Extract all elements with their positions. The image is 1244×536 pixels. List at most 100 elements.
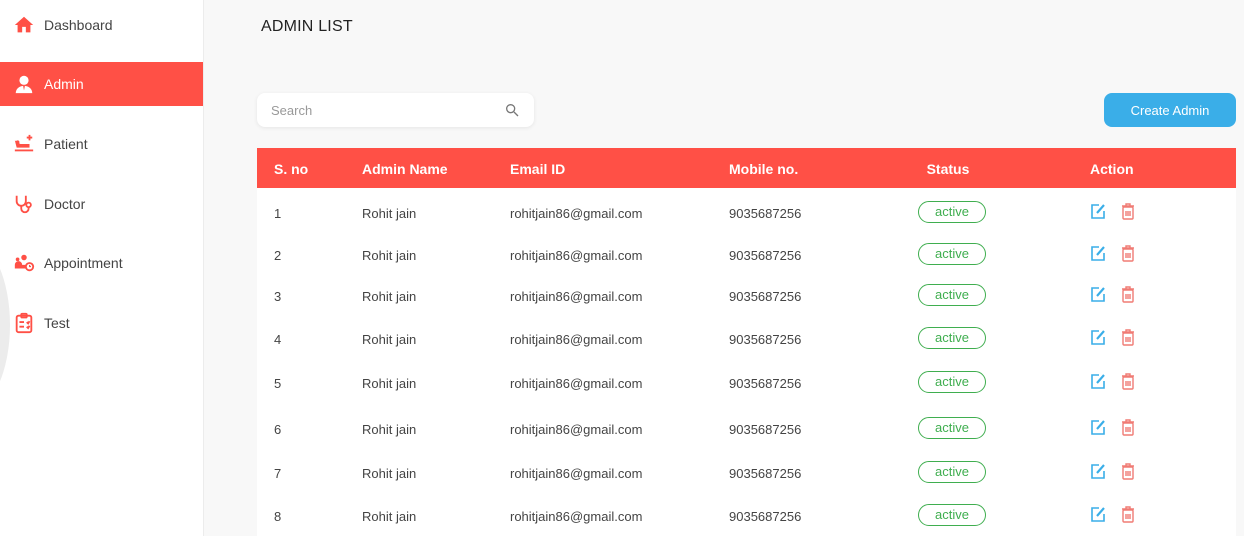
cell-mobile: 9035687256 [729,206,802,221]
clipboard-icon [12,311,36,335]
cell-status: active [918,284,986,306]
cell-sno: 3 [274,289,282,304]
edit-icon[interactable] [1090,418,1106,436]
appointment-clock-icon [12,251,36,275]
table-row: 5 Rohit jain rohitjain86@gmail.com 90356… [257,367,1236,411]
cell-status: active [918,461,986,483]
status-badge: active [918,327,986,349]
patient-bed-icon [12,132,36,156]
cell-email: rohitjain86@gmail.com [510,376,643,391]
stethoscope-icon [12,192,36,216]
table-row: 7 Rohit jain rohitjain86@gmail.com 90356… [257,457,1236,501]
delete-icon[interactable] [1120,418,1136,436]
edit-icon[interactable] [1090,372,1106,390]
cell-action [1090,372,1136,393]
edit-icon[interactable] [1090,505,1106,523]
cell-email: rohitjain86@gmail.com [510,289,643,304]
sidebar-item-doctor[interactable]: Doctor [0,182,203,226]
sidebar-item-test[interactable]: Test [0,301,203,345]
search-icon[interactable] [504,102,520,118]
cell-email: rohitjain86@gmail.com [510,466,643,481]
admin-user-icon [12,72,36,96]
page-title: ADMIN LIST [261,18,353,35]
cell-name: Rohit jain [362,289,417,304]
cell-status: active [918,504,986,526]
header-email[interactable]: Email ID [510,161,565,177]
delete-icon[interactable] [1120,244,1136,262]
header-name[interactable]: Admin Name [362,161,448,177]
cell-sno: 5 [274,376,282,391]
edit-icon[interactable] [1090,328,1106,346]
cell-action [1090,505,1136,526]
cell-email: rohitjain86@gmail.com [510,248,643,263]
status-badge: active [918,284,986,306]
delete-icon[interactable] [1120,372,1136,390]
cell-status: active [918,327,986,349]
edit-icon[interactable] [1090,462,1106,480]
sidebar-item-dashboard[interactable]: Dashboard [0,3,203,47]
cell-name: Rohit jain [362,248,417,263]
delete-icon[interactable] [1120,285,1136,303]
cell-status: active [918,243,986,265]
status-badge: active [918,371,986,393]
home-icon [12,13,36,37]
status-badge: active [918,461,986,483]
header-status[interactable]: Status [918,161,978,177]
table-row: 1 Rohit jain rohitjain86@gmail.com 90356… [257,197,1236,241]
cell-email: rohitjain86@gmail.com [510,206,643,221]
cell-sno: 7 [274,466,282,481]
header-mobile[interactable]: Mobile no. [729,161,798,177]
delete-icon[interactable] [1120,505,1136,523]
sidebar-item-patient[interactable]: Patient [0,122,203,166]
admin-table: S. no Admin Name Email ID Mobile no. Sta… [257,148,1236,536]
cell-status: active [918,201,986,223]
cell-name: Rohit jain [362,376,417,391]
search-input[interactable] [271,102,504,118]
cell-mobile: 9035687256 [729,248,802,263]
create-admin-button[interactable]: Create Admin [1104,93,1236,127]
search-box[interactable] [257,93,534,127]
cell-action [1090,202,1136,223]
cell-email: rohitjain86@gmail.com [510,332,643,347]
delete-icon[interactable] [1120,202,1136,220]
cell-email: rohitjain86@gmail.com [510,422,643,437]
header-sno[interactable]: S. no [274,161,308,177]
sidebar-item-appointment[interactable]: Appointment [0,241,203,285]
edit-icon[interactable] [1090,244,1106,262]
header-action: Action [1090,161,1134,177]
status-badge: active [918,201,986,223]
cell-sno: 2 [274,248,282,263]
table-row: 6 Rohit jain rohitjain86@gmail.com 90356… [257,413,1236,457]
table-row: 2 Rohit jain rohitjain86@gmail.com 90356… [257,239,1236,283]
cell-name: Rohit jain [362,422,417,437]
sidebar-item-admin[interactable]: Admin [0,62,203,106]
delete-icon[interactable] [1120,462,1136,480]
sidebar-item-label: Test [44,315,70,331]
cell-mobile: 9035687256 [729,422,802,437]
cell-name: Rohit jain [362,466,417,481]
cell-name: Rohit jain [362,509,417,524]
sidebar-item-label: Admin [44,76,84,92]
cell-action [1090,328,1136,349]
cell-name: Rohit jain [362,332,417,347]
delete-icon[interactable] [1120,328,1136,346]
table-row: 3 Rohit jain rohitjain86@gmail.com 90356… [257,280,1236,324]
table-row: 8 Rohit jain rohitjain86@gmail.com 90356… [257,500,1236,536]
cell-mobile: 9035687256 [729,376,802,391]
cell-status: active [918,417,986,439]
cell-sno: 8 [274,509,282,524]
cell-sno: 6 [274,422,282,437]
cell-mobile: 9035687256 [729,289,802,304]
table-header: S. no Admin Name Email ID Mobile no. Sta… [257,148,1236,188]
cell-status: active [918,371,986,393]
sidebar-item-label: Appointment [44,255,123,271]
status-badge: active [918,243,986,265]
cell-mobile: 9035687256 [729,332,802,347]
edit-icon[interactable] [1090,285,1106,303]
cell-email: rohitjain86@gmail.com [510,509,643,524]
edit-icon[interactable] [1090,202,1106,220]
status-badge: active [918,504,986,526]
cell-action [1090,244,1136,265]
sidebar-item-label: Dashboard [44,17,113,33]
cell-sno: 4 [274,332,282,347]
